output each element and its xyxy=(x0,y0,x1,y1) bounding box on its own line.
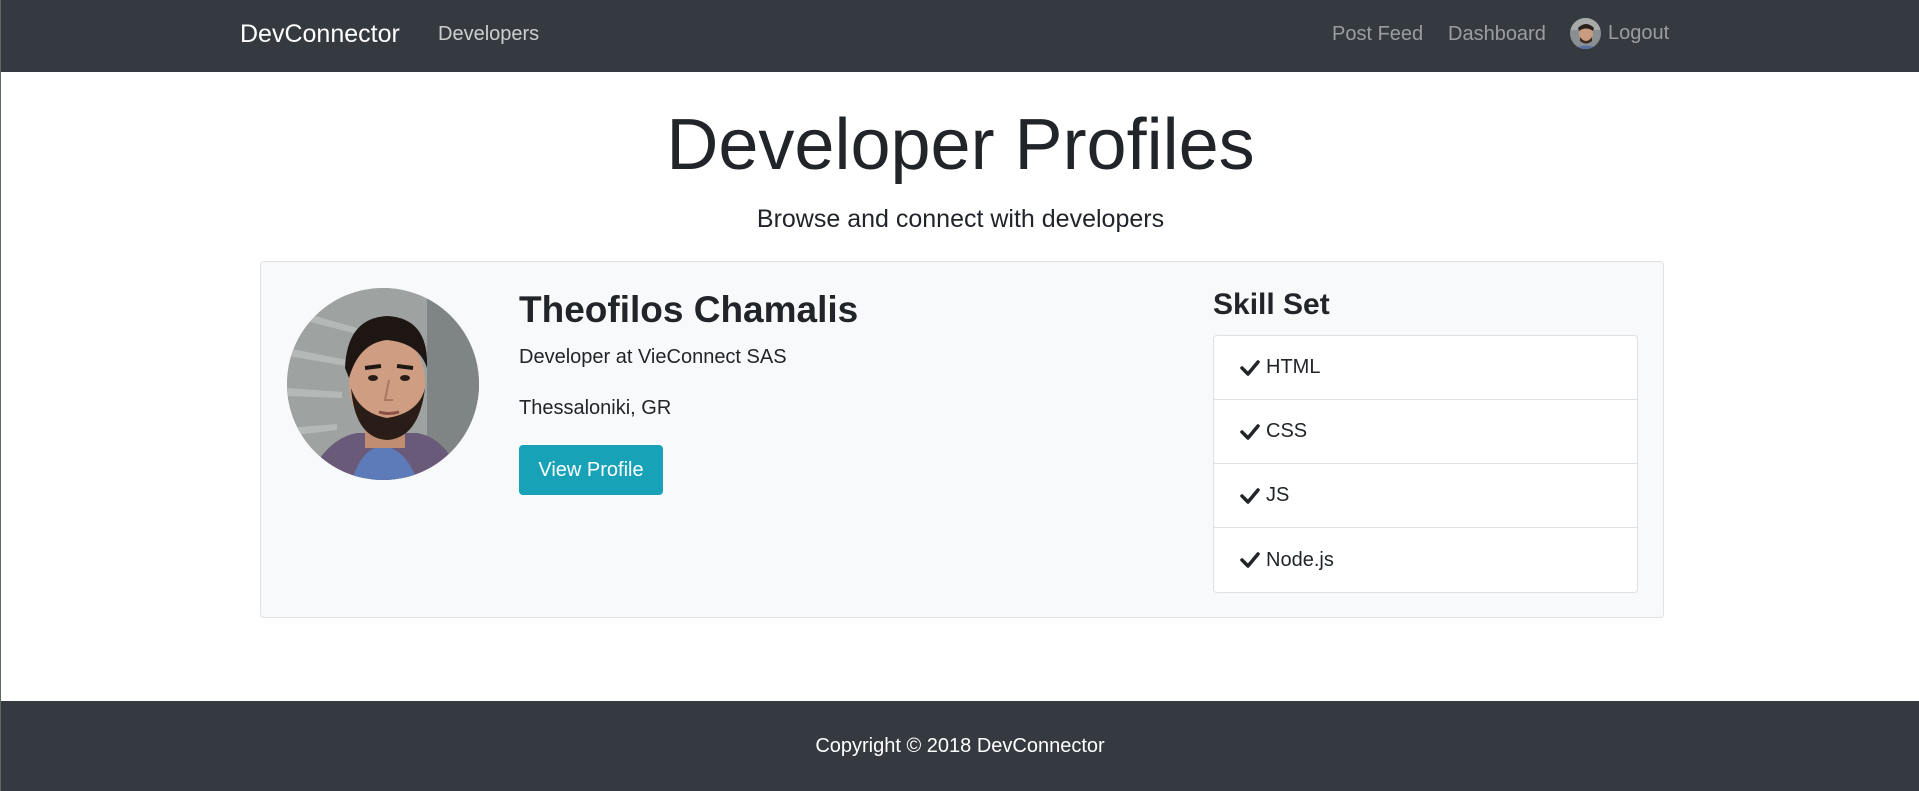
skill-label: Node.js xyxy=(1266,548,1334,571)
nav-logout-link[interactable]: Logout xyxy=(1570,18,1669,49)
check-icon xyxy=(1240,359,1260,376)
skill-item: HTML xyxy=(1214,336,1637,400)
profile-location: Thessaloniki, GR xyxy=(519,397,672,419)
profile-name: Theofilos Chamalis xyxy=(519,289,859,330)
skill-list: HTML CSS JS Node.js xyxy=(1213,335,1638,593)
skill-label: JS xyxy=(1266,484,1290,506)
nav-developers-link[interactable]: Developers xyxy=(438,23,539,46)
footer: Copyright © 2018 DevConnector xyxy=(1,701,1919,791)
page-title: Developer Profiles xyxy=(666,105,1255,185)
page-subtitle: Browse and connect with developers xyxy=(756,205,1165,233)
skill-label: HTML xyxy=(1266,356,1321,378)
check-icon xyxy=(1240,552,1260,568)
skill-label: CSS xyxy=(1266,420,1308,442)
page: DevConnector Developers Post Feed Dashbo… xyxy=(0,0,1919,791)
brand-link[interactable]: DevConnector xyxy=(240,20,400,49)
nav-post-feed-link[interactable]: Post Feed xyxy=(1332,23,1423,46)
skill-item: JS xyxy=(1214,464,1637,528)
check-icon xyxy=(1240,423,1260,440)
logout-label: Logout xyxy=(1608,22,1670,44)
skill-set-heading: Skill Set xyxy=(1213,288,1330,321)
view-profile-button[interactable]: View Profile xyxy=(519,445,663,495)
profile-status: Developer at VieConnect SAS xyxy=(519,346,787,368)
user-avatar xyxy=(1570,18,1601,49)
check-icon xyxy=(1240,487,1260,504)
profile-avatar xyxy=(287,288,479,480)
profile-card: Theofilos Chamalis Developer at VieConne… xyxy=(260,261,1664,618)
nav-dashboard-link[interactable]: Dashboard xyxy=(1448,23,1546,46)
top-navbar: DevConnector Developers Post Feed Dashbo… xyxy=(1,0,1919,72)
skill-item: CSS xyxy=(1214,400,1637,464)
footer-copyright: Copyright © 2018 DevConnector xyxy=(815,735,1105,757)
skill-item: Node.js xyxy=(1214,528,1637,592)
